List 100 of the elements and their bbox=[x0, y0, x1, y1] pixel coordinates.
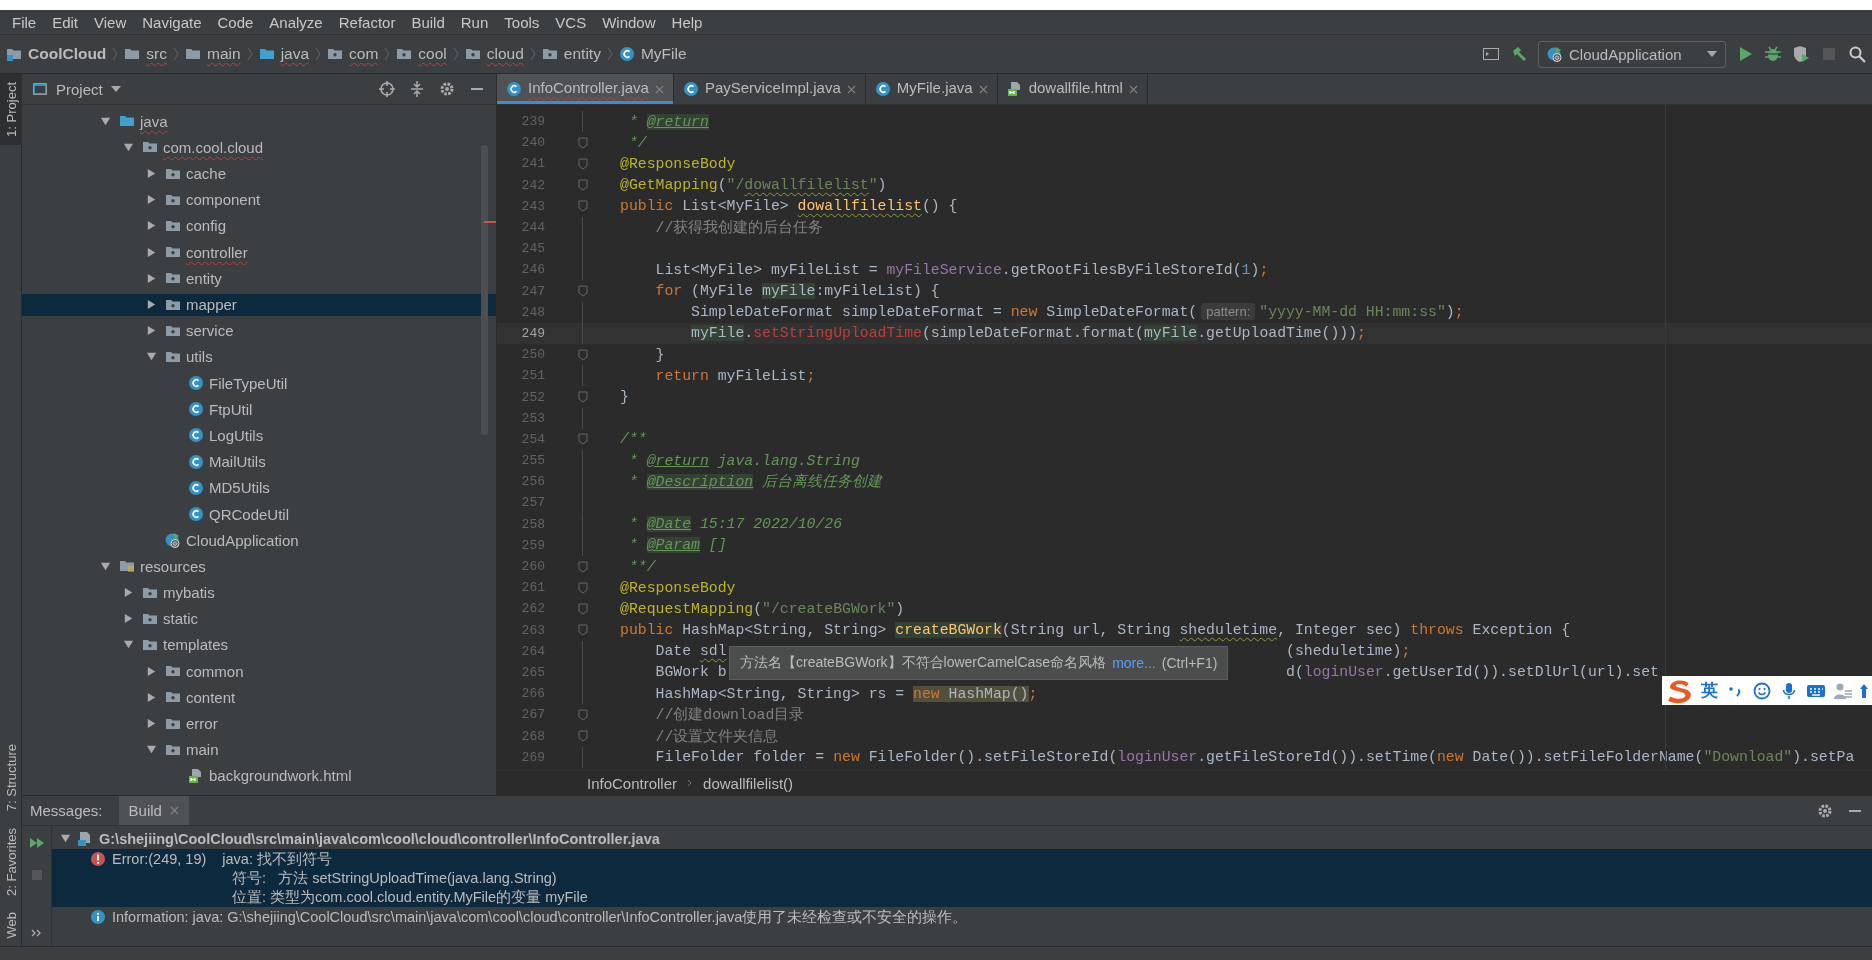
layout-icon[interactable] bbox=[1482, 45, 1500, 63]
tree-item[interactable]: main bbox=[22, 738, 496, 761]
collapsed-arrow-icon[interactable] bbox=[146, 168, 157, 180]
tree-item[interactable]: service bbox=[22, 319, 496, 342]
menu-item[interactable]: Window bbox=[594, 13, 664, 31]
fold-marker-icon[interactable] bbox=[577, 433, 588, 446]
editor-tab[interactable]: MyFile.java bbox=[865, 74, 998, 104]
collapse-icon[interactable] bbox=[408, 80, 426, 98]
expanded-arrow-icon[interactable] bbox=[123, 639, 134, 651]
close-icon[interactable] bbox=[846, 84, 856, 94]
collapsed-arrow-icon[interactable] bbox=[123, 613, 134, 625]
expanded-arrow-icon[interactable] bbox=[123, 141, 134, 153]
tree-item[interactable]: QRCodeUtil bbox=[22, 503, 496, 525]
breadcrumb-item[interactable]: src bbox=[124, 45, 167, 63]
tree-item[interactable]: LogUtils bbox=[22, 424, 496, 447]
tool-window-tab[interactable]: 7: Structure bbox=[0, 736, 22, 820]
breadcrumb-item[interactable]: CoolCloud bbox=[6, 45, 107, 63]
tree-item[interactable]: entity bbox=[22, 267, 496, 290]
menu-item[interactable]: Navigate bbox=[134, 13, 210, 31]
tree-item[interactable]: MD5Utils bbox=[22, 476, 496, 499]
hammer-icon[interactable] bbox=[1510, 45, 1528, 63]
breadcrumb-item[interactable]: com bbox=[327, 45, 379, 63]
collapsed-arrow-icon[interactable] bbox=[146, 665, 157, 677]
tree-item[interactable]: CloudApplication bbox=[22, 529, 496, 552]
tree-item[interactable]: templates bbox=[22, 633, 496, 656]
editor-tab[interactable]: dowallfile.html bbox=[997, 74, 1148, 104]
collapsed-arrow-icon[interactable] bbox=[146, 718, 157, 729]
expanded-arrow-icon[interactable] bbox=[146, 351, 157, 363]
message-file-row[interactable]: G:\shejiing\CoolCloud\src\main\java\com\cool\cloud\controller\InfoController.java bbox=[52, 828, 1872, 849]
panel-tab[interactable]: Build bbox=[118, 796, 189, 825]
menu-item[interactable]: Tools bbox=[496, 13, 548, 31]
fold-marker-icon[interactable] bbox=[577, 730, 588, 743]
tree-item[interactable]: static bbox=[22, 607, 496, 630]
tree-item[interactable]: backgroundwork.html bbox=[22, 764, 496, 787]
language-toggle[interactable]: 英 bbox=[1701, 679, 1718, 702]
fold-marker-icon[interactable] bbox=[577, 136, 588, 149]
tree-item[interactable]: MailUtils bbox=[22, 450, 496, 473]
menu-item[interactable]: View bbox=[86, 13, 135, 31]
tree-item[interactable]: error bbox=[22, 712, 496, 735]
expanded-arrow-icon[interactable] bbox=[100, 560, 111, 572]
fold-marker-icon[interactable] bbox=[577, 602, 588, 615]
search-icon[interactable] bbox=[1848, 45, 1866, 63]
menu-item[interactable]: File bbox=[4, 13, 45, 31]
collapsed-arrow-icon[interactable] bbox=[146, 691, 157, 703]
tree-item[interactable]: FileTypeUtil bbox=[22, 372, 496, 395]
fold-marker-icon[interactable] bbox=[577, 157, 588, 170]
close-icon[interactable] bbox=[1128, 84, 1138, 94]
collapsed-arrow-icon[interactable] bbox=[146, 220, 157, 232]
menu-item[interactable]: Refactor bbox=[330, 13, 404, 31]
more-link[interactable]: more... bbox=[1112, 655, 1156, 671]
breadcrumb-item[interactable]: dowallfilelist() bbox=[703, 774, 794, 792]
editor-tab[interactable]: InfoController.java bbox=[497, 74, 674, 104]
fold-marker-icon[interactable] bbox=[577, 179, 588, 192]
tree-item[interactable]: common bbox=[22, 660, 496, 683]
tree-item[interactable]: mybatis bbox=[22, 581, 496, 604]
message-row[interactable]: Information: java: G:\shejiing\CoolCloud\src\main\java\com\cool\cloud\controller\InfoController.java使用了未经检查或不安全的操作。 bbox=[52, 907, 1872, 927]
fold-marker-icon[interactable] bbox=[577, 200, 588, 213]
scrollbar[interactable] bbox=[481, 145, 488, 435]
fold-marker-icon[interactable] bbox=[577, 624, 588, 637]
breadcrumb-item[interactable]: cool bbox=[396, 45, 447, 63]
tool-window-tab[interactable]: 1: Project bbox=[0, 74, 22, 145]
collapsed-arrow-icon[interactable] bbox=[146, 299, 157, 310]
tree-item[interactable]: mapper bbox=[22, 293, 496, 316]
menu-item[interactable]: Build bbox=[403, 13, 453, 31]
fold-marker-icon[interactable] bbox=[577, 708, 588, 721]
breadcrumb-item[interactable]: entity bbox=[541, 45, 601, 63]
fold-marker-icon[interactable] bbox=[577, 581, 588, 594]
menu-item[interactable]: VCS bbox=[547, 13, 595, 31]
expanded-arrow-icon[interactable] bbox=[60, 833, 71, 844]
tree-item[interactable]: config bbox=[22, 214, 496, 237]
fold-marker-icon[interactable] bbox=[577, 348, 588, 361]
bug-icon[interactable] bbox=[1764, 45, 1782, 63]
breadcrumb-item[interactable]: cloud bbox=[464, 45, 524, 63]
tree-item[interactable]: controller bbox=[22, 241, 496, 264]
project-view-dropdown[interactable]: Project bbox=[32, 80, 121, 98]
collapsed-arrow-icon[interactable] bbox=[146, 325, 157, 337]
emoji-icon[interactable] bbox=[1752, 681, 1772, 700]
menu-item[interactable]: Code bbox=[209, 13, 262, 31]
menu-item[interactable]: Help bbox=[663, 13, 711, 31]
expanded-arrow-icon[interactable] bbox=[100, 115, 111, 127]
settings-icon[interactable] bbox=[438, 80, 456, 98]
tree-item[interactable]: component bbox=[22, 188, 496, 211]
collapsed-arrow-icon[interactable] bbox=[123, 587, 134, 599]
menu-item[interactable]: Analyze bbox=[261, 13, 331, 31]
fold-marker-icon[interactable] bbox=[577, 285, 588, 298]
run-configuration-dropdown[interactable]: CloudApplication bbox=[1538, 40, 1726, 68]
fold-marker-icon[interactable] bbox=[577, 560, 588, 573]
breadcrumb-item[interactable]: java bbox=[258, 45, 310, 63]
tree-item[interactable]: FtpUtil bbox=[22, 398, 496, 421]
collapsed-arrow-icon[interactable] bbox=[146, 272, 157, 284]
coverage-icon[interactable] bbox=[1792, 45, 1810, 63]
tree-item[interactable]: utils bbox=[22, 345, 496, 368]
locate-icon[interactable] bbox=[378, 80, 396, 98]
expanded-arrow-icon[interactable] bbox=[146, 744, 157, 756]
input-method-logo-icon[interactable] bbox=[1666, 677, 1694, 704]
message-row[interactable]: Error:(249, 19) java: 找不到符号 符号: 方法 setStringUploadTime(java.lang.String) 位置: 类型为com.cool.cloud.entity.MyFile的变量 myFile bbox=[52, 849, 1872, 907]
breadcrumb-item[interactable]: InfoController bbox=[587, 774, 678, 792]
collapsed-arrow-icon[interactable] bbox=[146, 194, 157, 206]
editor-tab[interactable]: PayServiceImpl.java bbox=[673, 74, 866, 104]
tree-item[interactable]: com.cool.cloud bbox=[22, 136, 496, 159]
